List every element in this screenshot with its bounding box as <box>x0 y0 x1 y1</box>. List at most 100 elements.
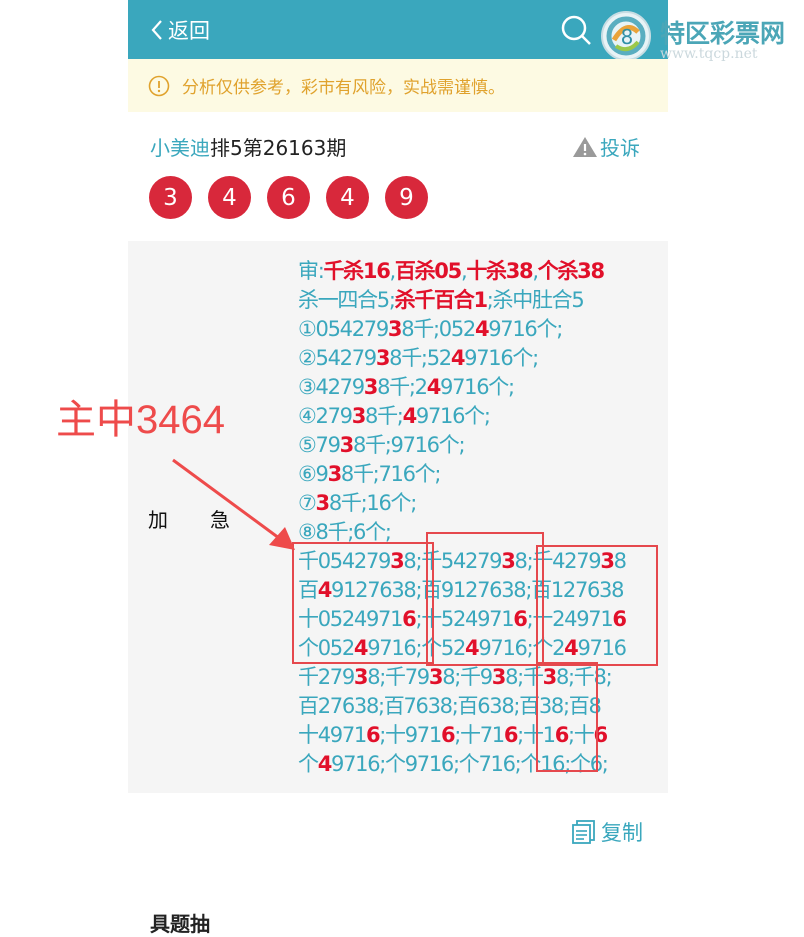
highlight-text: 3 <box>353 665 369 689</box>
content-line: ③427938千;249716个; <box>298 373 668 402</box>
content-text: 8千;716个; <box>340 462 442 486</box>
content-text: 9716个; <box>440 375 515 399</box>
copy-icon <box>572 820 595 844</box>
complain-label: 投诉 <box>600 136 640 160</box>
svg-text:8: 8 <box>621 25 634 49</box>
site-logo: 8 特区彩票网 www.tqcp.net <box>598 8 804 64</box>
highlight-text: 3 <box>339 433 355 457</box>
content-text: 9716个; <box>488 317 563 341</box>
highlight-text: 4 <box>402 404 418 428</box>
content-text: 8;千9 <box>442 665 493 689</box>
content-text: 8千;052 <box>401 317 476 341</box>
content-line: ⑤7938千;9716个; <box>298 431 668 460</box>
content-text: 8千;52 <box>389 346 452 370</box>
highlight-text: 3 <box>351 404 367 428</box>
content-text: ⑤79 <box>298 433 341 457</box>
highlight-box <box>292 542 434 664</box>
logo-emblem-icon: 8 <box>601 11 651 61</box>
chevron-left-icon <box>151 20 162 40</box>
content-line: ①05427938千;05249716个; <box>298 315 668 344</box>
content-text: ⑧8千;6个; <box>298 520 392 544</box>
content-text: 8千;9716个; <box>352 433 466 457</box>
content-line: 十49716;十9716;十716;十16;十6 <box>298 721 668 750</box>
content-line: 千27938;千7938;千938;千38;千8; <box>298 663 668 692</box>
highlight-text: 千杀16 <box>323 259 390 283</box>
warning-icon <box>573 136 597 157</box>
highlight-text: 3 <box>363 375 379 399</box>
content-line: 杀一四合5;杀千百合1;杀中肚合5 <box>298 286 668 315</box>
content-line: ⑦38千;16个; <box>298 489 668 518</box>
number-ball: 6 <box>267 176 310 219</box>
content-text: ;十71 <box>454 723 505 747</box>
highlight-text: 6 <box>440 723 456 747</box>
content-text: ;十971 <box>379 723 442 747</box>
content-text: ③4279 <box>298 375 365 399</box>
highlight-text: 4 <box>426 375 442 399</box>
content-text: 8;千79 <box>367 665 430 689</box>
post-title-text: 排5第26163期 <box>210 136 347 160</box>
highlight-text: 个杀38 <box>537 259 605 283</box>
top-nav-bar: 返回 <box>128 0 668 59</box>
content-line: 百27638;百7638;百638;百38;百8 <box>298 692 668 721</box>
risk-notice: 分析仅供参考，彩市有风险，实战需谨慎。 <box>128 59 668 112</box>
highlight-text: 3 <box>327 462 343 486</box>
copy-label: 复制 <box>601 821 643 845</box>
highlight-text: 6 <box>365 723 381 747</box>
number-ball: 4 <box>326 176 369 219</box>
content-line: ②5427938千;5249716个; <box>298 344 668 373</box>
analysis-content: 审:千杀16,百杀05,十杀38,个杀38 杀一四合5;杀千百合1;杀中肚合5 ①0… <box>298 257 668 779</box>
highlight-text: 3 <box>315 491 331 515</box>
highlight-text: 3 <box>375 346 391 370</box>
back-button[interactable]: 返回 <box>150 15 210 45</box>
highlight-box <box>426 532 544 666</box>
content-text: 个 <box>298 752 319 776</box>
content-text: ⑥9 <box>298 462 329 486</box>
content-line: ⑥938千;716个; <box>298 460 668 489</box>
highlight-text: 4 <box>474 317 490 341</box>
content-text: 千279 <box>298 665 355 689</box>
number-ball: 9 <box>385 176 428 219</box>
highlight-text: 4 <box>450 346 466 370</box>
logo-url: www.tqcp.net <box>660 46 758 62</box>
content-text: 审: <box>298 259 325 283</box>
highlight-text: 6 <box>503 723 519 747</box>
info-icon <box>148 75 170 96</box>
highlight-text: 4 <box>317 752 333 776</box>
content-text: 十4971 <box>298 723 367 747</box>
content-text: 8千; <box>365 404 404 428</box>
content-text: ②54279 <box>298 346 377 370</box>
complain-button[interactable]: 投诉 <box>572 132 640 161</box>
highlight-text: 3 <box>491 665 507 689</box>
content-text: 8千;2 <box>377 375 428 399</box>
content-line: 审:千杀16,百杀05,十杀38,个杀38 <box>298 257 668 286</box>
highlight-text: 3 <box>387 317 403 341</box>
back-label: 返回 <box>168 19 210 43</box>
highlight-text: 杀千百合1 <box>394 288 488 312</box>
highlight-text: 十杀38 <box>466 259 533 283</box>
content-text: 9716个; <box>464 346 539 370</box>
content-text: ①054279 <box>298 317 389 341</box>
content-text: 8千;16个; <box>328 491 417 515</box>
notice-text: 分析仅供参考，彩市有风险，实战需谨慎。 <box>182 78 505 98</box>
highlight-box <box>536 662 598 772</box>
number-ball: 3 <box>149 176 192 219</box>
draw-number-balls: 3 4 6 4 9 <box>149 176 428 219</box>
logo-text: 特区彩票网 <box>660 19 786 48</box>
search-icon[interactable] <box>560 14 592 46</box>
content-line: 个49716;个9716;个716;个16;个6; <box>298 750 668 779</box>
arrow-icon <box>172 458 295 550</box>
annotation-text: 主中3464 <box>56 398 225 442</box>
copy-button[interactable]: 复制 <box>571 817 643 847</box>
content-line: ④27938千;49716个; <box>298 402 668 431</box>
content-text: ;杀中肚合5 <box>486 288 585 312</box>
number-ball: 4 <box>208 176 251 219</box>
content-text: ④279 <box>298 404 353 428</box>
content-text: ⑦ <box>298 491 317 515</box>
post-title: 小美迪排5第26163期 <box>150 132 346 161</box>
author-link[interactable]: 小美迪 <box>150 136 210 160</box>
highlight-text: 3 <box>428 665 444 689</box>
content-text: 杀一四合5; <box>298 288 396 312</box>
highlight-box <box>536 545 658 666</box>
highlight-text: 百杀05 <box>394 259 462 283</box>
content-text: 9716个; <box>415 404 491 428</box>
